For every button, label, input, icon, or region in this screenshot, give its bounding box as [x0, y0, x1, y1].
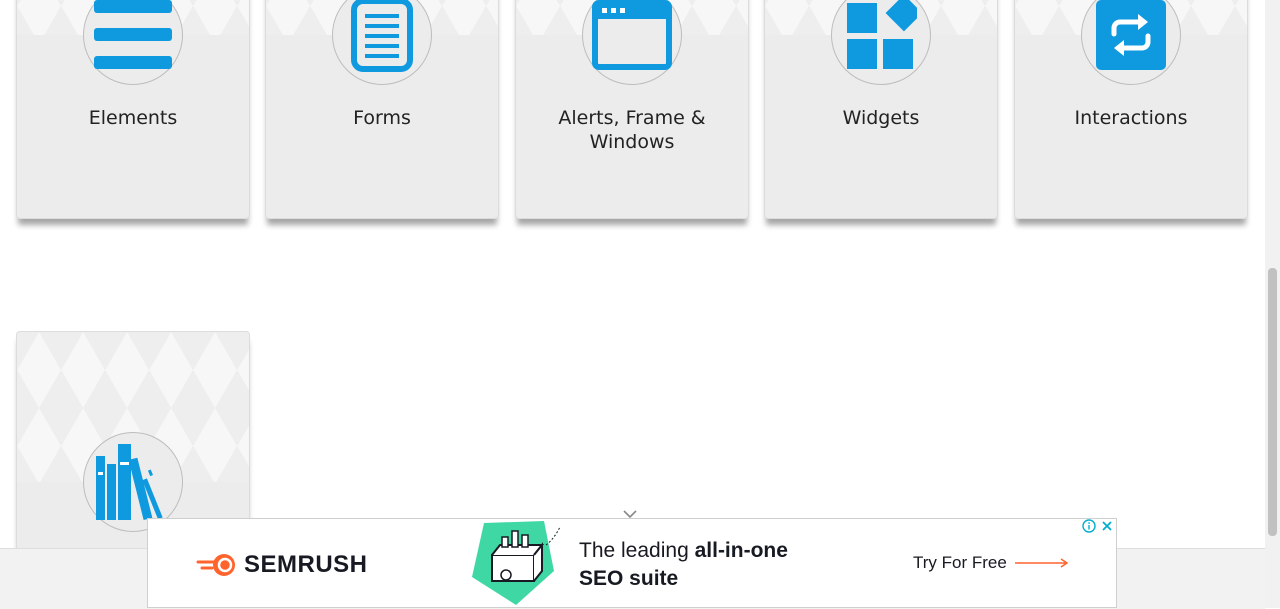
- ad-headline-prefix: The leading: [579, 539, 695, 562]
- card-avatar: [831, 0, 931, 85]
- ad-headline-line2: SEO suite: [579, 567, 679, 590]
- ad-cta-link[interactable]: Try For Free: [913, 553, 1069, 573]
- document-form-icon: [351, 0, 413, 72]
- card-title: Widgets: [842, 107, 920, 129]
- info-icon[interactable]: [1082, 519, 1096, 533]
- ad-brand-text: SEMRUSH: [244, 551, 368, 578]
- card-alerts-frame-windows[interactable]: Alerts, Frame & Windows: [515, 0, 749, 219]
- ad-headline: The leading all-in-one SEO suite: [579, 537, 788, 593]
- card-title: Alerts, Frame & Windows: [558, 107, 706, 153]
- ad-headline-bold: all-in-one: [694, 539, 788, 562]
- card-interactions[interactable]: Interactions: [1014, 0, 1248, 219]
- semrush-logo-icon: [196, 554, 235, 576]
- book-stack-icon: [96, 444, 163, 521]
- card-avatar: [582, 0, 682, 85]
- card-forms[interactable]: Forms: [265, 0, 499, 219]
- card-elements[interactable]: Elements: [16, 0, 250, 219]
- browser-window-icon: [592, 0, 672, 70]
- ad-cta-label: Try For Free: [913, 553, 1007, 572]
- ad-controls: [1082, 519, 1114, 533]
- scrollbar-thumb[interactable]: [1268, 268, 1277, 536]
- card-avatar: [83, 0, 183, 85]
- arrow-right-icon: [1014, 558, 1069, 568]
- card-avatar: [83, 432, 183, 532]
- card-title: Interactions: [1074, 107, 1188, 129]
- widgets-blocks-icon: [847, 0, 917, 69]
- card-title: Forms: [353, 107, 411, 129]
- menu-lines-icon: [94, 0, 172, 69]
- swap-arrows-icon: [1096, 0, 1166, 70]
- card-title: Elements: [88, 107, 178, 129]
- seo-machine-illustration-icon: [472, 521, 561, 605]
- card-avatar: [1081, 0, 1181, 85]
- ad-brand: SEMRUSH: [196, 551, 368, 579]
- page-scrollbar[interactable]: [1265, 0, 1280, 608]
- close-icon[interactable]: [1100, 519, 1114, 533]
- ad-banner[interactable]: SEMRUSH The leading all-in-one SEO suite…: [147, 518, 1117, 608]
- card-widgets[interactable]: Widgets: [764, 0, 998, 219]
- card-avatar: [332, 0, 432, 85]
